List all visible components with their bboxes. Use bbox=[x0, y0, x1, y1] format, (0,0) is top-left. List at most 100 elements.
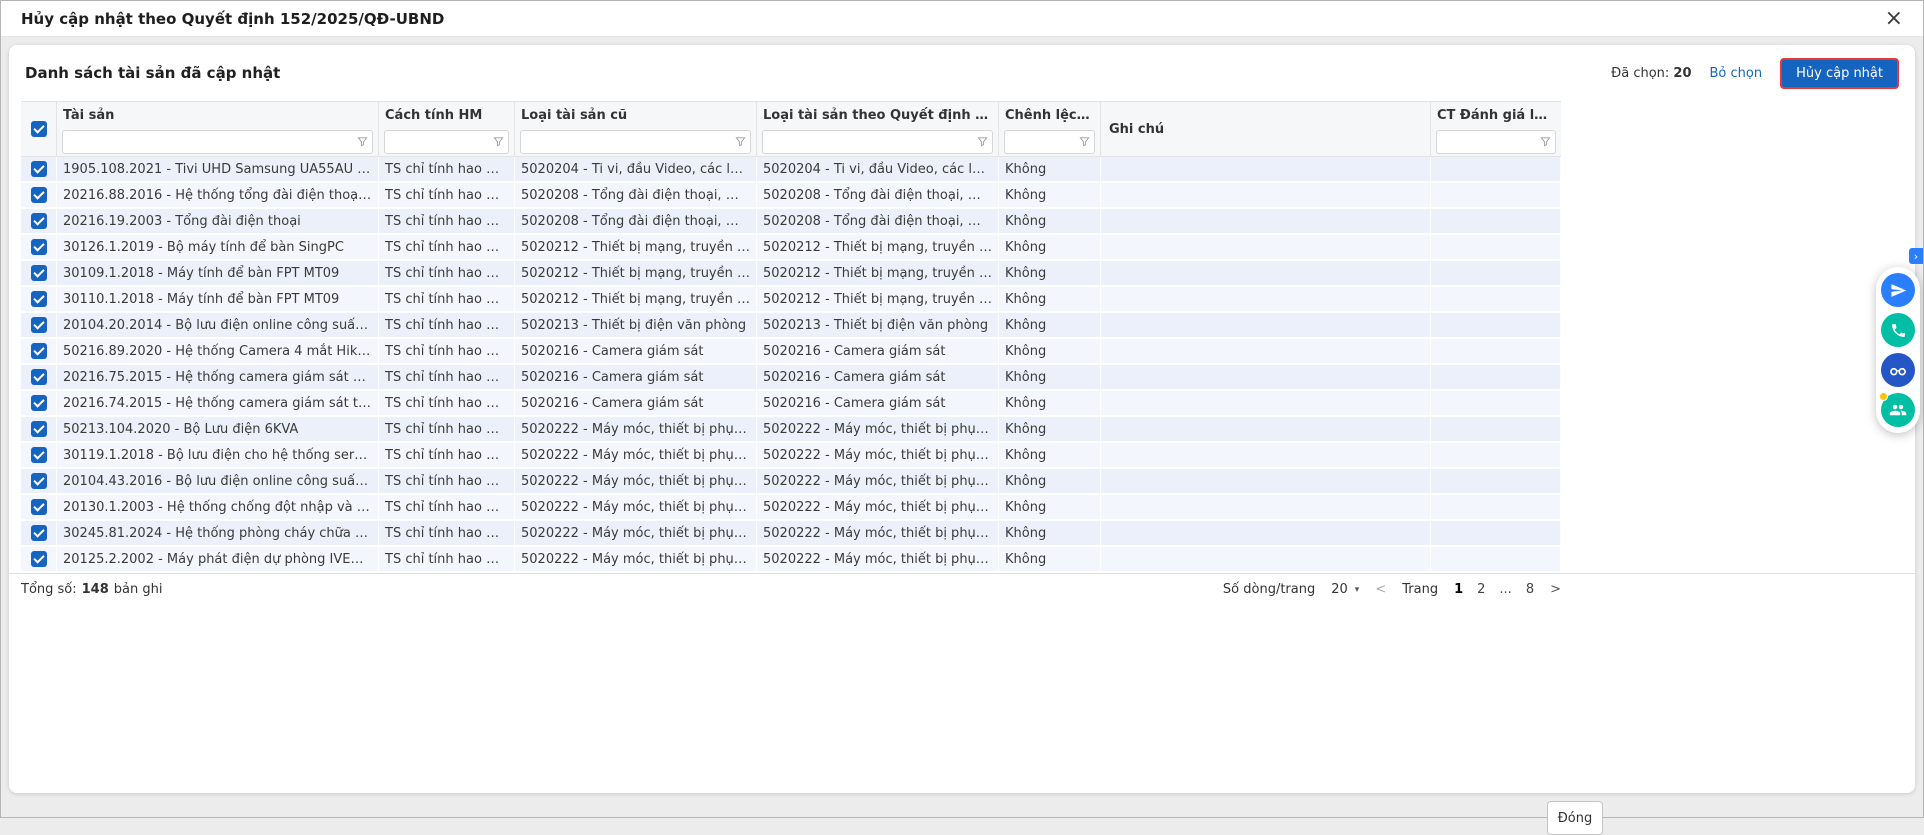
cell-asset: 20216.19.2003 - Tổng đài điện thoại bbox=[57, 209, 379, 233]
cell-old-type: 5020222 - Máy móc, thiết bị phục vụ hoạt… bbox=[515, 417, 757, 441]
table-row[interactable]: 30109.1.2018 - Máy tính để bàn FPT MT09 … bbox=[21, 261, 1561, 287]
cell-old-type: 5020208 - Tổng đài điện thoại, máy bộ đà… bbox=[515, 209, 757, 233]
filter-new-type-input[interactable] bbox=[762, 130, 993, 154]
cell-method: TS chỉ tính hao mòn bbox=[379, 521, 515, 545]
deselect-link[interactable]: Bỏ chọn bbox=[1710, 66, 1763, 81]
cell-difference: Không bbox=[999, 313, 1101, 337]
cell-note bbox=[1101, 287, 1431, 311]
cell-method: TS chỉ tính hao mòn bbox=[379, 313, 515, 337]
info-icon[interactable]: i bbox=[1091, 109, 1100, 122]
page-label: Trang bbox=[1402, 582, 1438, 597]
table-row[interactable]: 20216.74.2015 - Hệ thống camera giám sát… bbox=[21, 391, 1561, 417]
cell-asset: 20216.88.2016 - Hệ thống tổng đài điện t… bbox=[57, 183, 379, 207]
cell-difference: Không bbox=[999, 339, 1101, 363]
row-checkbox[interactable] bbox=[31, 161, 47, 177]
next-page-button[interactable]: > bbox=[1550, 582, 1561, 597]
row-checkbox[interactable] bbox=[31, 447, 47, 463]
rows-per-page-select[interactable]: 20 ▾ bbox=[1331, 582, 1359, 597]
cell-revaluation bbox=[1431, 261, 1561, 285]
notification-badge bbox=[1879, 392, 1888, 401]
cell-difference: Không bbox=[999, 417, 1101, 441]
column-header-revaluation: CT Đánh giá lại sau cậ... bbox=[1431, 102, 1561, 128]
row-checkbox[interactable] bbox=[31, 291, 47, 307]
row-checkbox[interactable] bbox=[31, 213, 47, 229]
table-row[interactable]: 50213.104.2020 - Bộ Lưu điện 6KVA TS chỉ… bbox=[21, 417, 1561, 443]
cell-old-type: 5020212 - Thiết bị mạng, truyền thông bbox=[515, 261, 757, 285]
cell-note bbox=[1101, 521, 1431, 545]
page-number[interactable]: 8 bbox=[1526, 582, 1534, 597]
total-records: Tổng số: 148 bản ghi bbox=[21, 582, 162, 597]
close-button[interactable]: Đóng bbox=[1547, 801, 1603, 835]
selected-count: Đã chọn: 20 bbox=[1611, 66, 1691, 81]
column-header-difference-label: Chênh lệch bbox=[1005, 108, 1090, 123]
cell-note bbox=[1101, 235, 1431, 259]
table-row[interactable]: 20104.43.2016 - Bộ lưu điện online công … bbox=[21, 469, 1561, 495]
total-suffix: bản ghi bbox=[114, 582, 163, 597]
paper-plane-icon[interactable] bbox=[1881, 273, 1915, 307]
cell-new-type: 5020212 - Thiết bị mạng, truyền thông bbox=[757, 287, 999, 311]
table-row[interactable]: 1905.108.2021 - Tivi UHD Samsung UA55AU … bbox=[21, 157, 1561, 183]
table-row[interactable]: 20104.20.2014 - Bộ lưu điện online công … bbox=[21, 313, 1561, 339]
dialog-title: Hủy cập nhật theo Quyết định 152/2025/QĐ… bbox=[21, 10, 444, 28]
table-row[interactable]: 20216.19.2003 - Tổng đài điện thoại TS c… bbox=[21, 209, 1561, 235]
cell-method: TS chỉ tính hao mòn bbox=[379, 261, 515, 285]
cell-note bbox=[1101, 313, 1431, 337]
users-icon[interactable] bbox=[1881, 393, 1915, 427]
table-row[interactable]: 30119.1.2018 - Bộ lưu điện cho hệ thống … bbox=[21, 443, 1561, 469]
cell-revaluation bbox=[1431, 469, 1561, 493]
filter-old-type-input[interactable] bbox=[520, 130, 751, 154]
rows-per-page-value: 20 bbox=[1331, 582, 1348, 597]
cell-old-type: 5020216 - Camera giám sát bbox=[515, 365, 757, 389]
table-row[interactable]: 30245.81.2024 - Hệ thống phòng cháy chữa… bbox=[21, 521, 1561, 547]
page-list: 1 2 ... 8 bbox=[1454, 582, 1534, 597]
row-checkbox[interactable] bbox=[31, 369, 47, 385]
glasses-icon[interactable] bbox=[1881, 353, 1915, 387]
cell-asset: 30245.81.2024 - Hệ thống phòng cháy chữa… bbox=[57, 521, 379, 545]
table-row[interactable]: 20125.2.2002 - Máy phát điện dự phòng IV… bbox=[21, 547, 1561, 573]
row-checkbox[interactable] bbox=[31, 265, 47, 281]
row-checkbox[interactable] bbox=[31, 239, 47, 255]
cell-method: TS chỉ tính hao mòn bbox=[379, 417, 515, 441]
prev-page-button[interactable]: < bbox=[1375, 582, 1386, 597]
cell-difference: Không bbox=[999, 183, 1101, 207]
row-checkbox[interactable] bbox=[31, 551, 47, 567]
row-checkbox[interactable] bbox=[31, 473, 47, 489]
filter-revaluation-input[interactable] bbox=[1436, 130, 1556, 154]
cell-old-type: 5020216 - Camera giám sát bbox=[515, 339, 757, 363]
table-row[interactable]: 20216.75.2015 - Hệ thống camera giám sát… bbox=[21, 365, 1561, 391]
row-checkbox[interactable] bbox=[31, 187, 47, 203]
cell-note bbox=[1101, 547, 1431, 571]
cell-method: TS chỉ tính hao mòn bbox=[379, 287, 515, 311]
table-row[interactable]: 20130.1.2003 - Hệ thống chống đột nhập v… bbox=[21, 495, 1561, 521]
close-icon[interactable]: × bbox=[1885, 9, 1903, 29]
row-checkbox[interactable] bbox=[31, 317, 47, 333]
row-checkbox[interactable] bbox=[31, 499, 47, 515]
filter-difference-input[interactable] bbox=[1004, 130, 1095, 154]
cell-revaluation bbox=[1431, 339, 1561, 363]
page-number[interactable]: 2 bbox=[1477, 582, 1485, 597]
table-row[interactable]: 20216.88.2016 - Hệ thống tổng đài điện t… bbox=[21, 183, 1561, 209]
cell-new-type: 5020208 - Tổng đài điện thoại, máy bộ đà… bbox=[757, 183, 999, 207]
filter-method-input[interactable] bbox=[384, 130, 509, 154]
table-row[interactable]: 30110.1.2018 - Máy tính để bàn FPT MT09 … bbox=[21, 287, 1561, 313]
cell-note bbox=[1101, 261, 1431, 285]
row-checkbox[interactable] bbox=[31, 525, 47, 541]
cell-revaluation bbox=[1431, 547, 1561, 571]
select-all-checkbox[interactable] bbox=[31, 121, 47, 137]
cell-note bbox=[1101, 469, 1431, 493]
table-row[interactable]: 50216.89.2020 - Hệ thống Camera 4 mắt Hi… bbox=[21, 339, 1561, 365]
cancel-update-button[interactable]: Hủy cập nhật bbox=[1780, 58, 1899, 89]
collapse-chevron-icon[interactable]: › bbox=[1909, 248, 1923, 264]
row-checkbox[interactable] bbox=[31, 343, 47, 359]
row-checkbox[interactable] bbox=[31, 395, 47, 411]
table-row[interactable]: 30126.1.2019 - Bộ máy tính để bàn SingPC… bbox=[21, 235, 1561, 261]
phone-icon[interactable] bbox=[1881, 313, 1915, 347]
rows-per-page-label: Số dòng/trang bbox=[1223, 582, 1315, 597]
cell-note bbox=[1101, 209, 1431, 233]
filter-asset-input[interactable] bbox=[62, 130, 373, 154]
cell-method: TS chỉ tính hao mòn bbox=[379, 209, 515, 233]
table-header: Tài sản Cách tính HM Loại tài sản cũ bbox=[21, 101, 1561, 157]
cell-asset: 20104.43.2016 - Bộ lưu điện online công … bbox=[57, 469, 379, 493]
page-number[interactable]: 1 bbox=[1454, 582, 1463, 597]
row-checkbox[interactable] bbox=[31, 421, 47, 437]
